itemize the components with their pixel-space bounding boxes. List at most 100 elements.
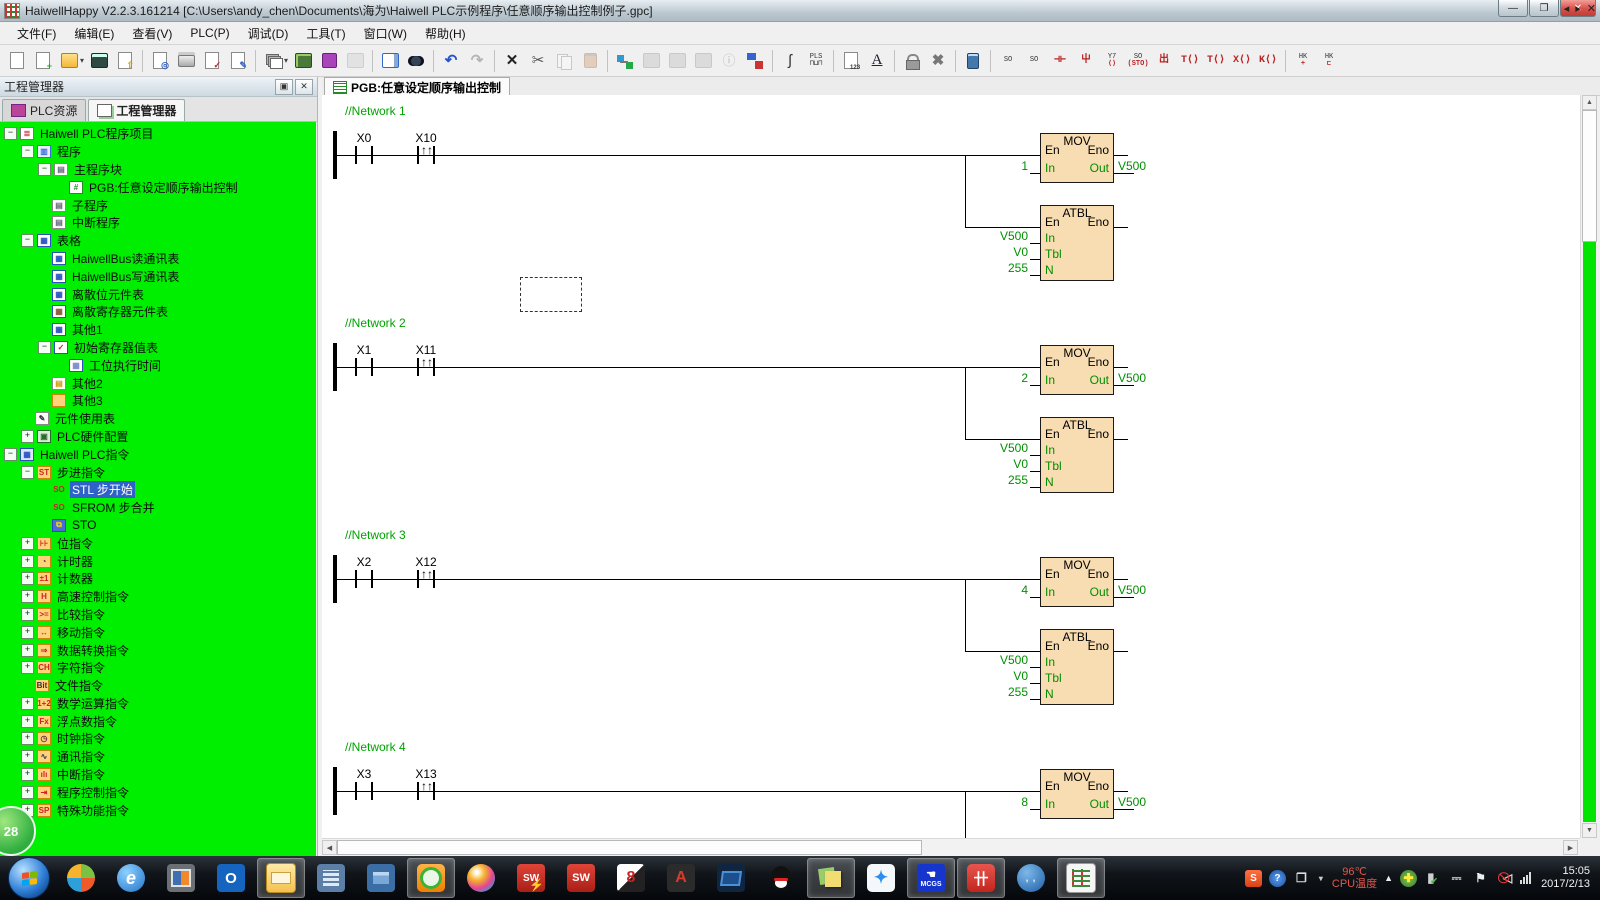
- ladder-editor-canvas[interactable]: //Network 1 X0 X10 ↑↑ MOV En Eno In Out 1 V500 ATBL…: [322, 95, 1580, 838]
- contact-vert-button[interactable]: 屮: [1073, 48, 1099, 74]
- horizontal-scrollbar[interactable]: ◀ ▶: [322, 838, 1580, 856]
- pls-trace-button[interactable]: PLS ⊓⊔⊓: [803, 48, 829, 74]
- coil-k-button[interactable]: K⟨⟩: [1255, 48, 1281, 74]
- tab-next-icon[interactable]: ▸: [1575, 2, 1581, 15]
- undo-button[interactable]: ↶: [438, 48, 464, 74]
- taskbar-app-remote-window[interactable]: [707, 858, 755, 898]
- menu-item-2[interactable]: 查看(V): [123, 22, 181, 45]
- tree-item-9[interactable]: ▦ 离散位元件表: [0, 285, 316, 303]
- tree-item-3[interactable]: # PGB:任意设定顺序输出控制: [0, 178, 316, 196]
- tray-usb-icon[interactable]: ▮ ✔: [1424, 870, 1441, 887]
- find-button[interactable]: [403, 48, 429, 74]
- expand-icon[interactable]: +: [21, 590, 34, 604]
- tree-item-17[interactable]: + ▣ PLC硬件配置: [0, 428, 316, 446]
- vertical-scrollbar[interactable]: ▲ ▼: [1580, 95, 1597, 838]
- collapse-icon[interactable]: −: [38, 162, 51, 176]
- taskbar-app-blue-bird[interactable]: ✦: [857, 858, 905, 898]
- coil-x-button[interactable]: X⟨⟩: [1229, 48, 1255, 74]
- tree-item-27[interactable]: + >= 比较指令: [0, 606, 316, 624]
- editor-tab-pgb[interactable]: PGB:任意设定顺序输出控制: [324, 77, 511, 96]
- expand-icon[interactable]: +: [21, 536, 34, 550]
- stl-s-button[interactable]: SO: [1021, 48, 1047, 74]
- tree-item-4[interactable]: ▤ 子程序: [0, 196, 316, 214]
- taskbar-app-sticky-notes[interactable]: [807, 858, 855, 898]
- collapse-icon[interactable]: −: [38, 340, 51, 354]
- coil-t2-button[interactable]: T⟨⟩: [1203, 48, 1229, 74]
- expand-icon[interactable]: +: [21, 607, 34, 621]
- tree-item-12[interactable]: − ✓ 初始寄存器值表: [0, 339, 316, 357]
- tree-item-16[interactable]: ✎ 元件使用表: [0, 410, 316, 428]
- tab-project-manager[interactable]: 工程管理器: [88, 99, 186, 121]
- tree-item-38[interactable]: + SP 特殊功能指令: [0, 801, 316, 819]
- tab-close-icon[interactable]: ✕: [1587, 2, 1596, 15]
- online-monitor-button[interactable]: [742, 48, 768, 74]
- tray-safe-shield-icon[interactable]: ✚: [1400, 869, 1418, 887]
- collapse-icon[interactable]: −: [21, 465, 34, 479]
- tree-item-5[interactable]: ▤ 中断程序: [0, 214, 316, 232]
- panel-close-icon[interactable]: ✕: [295, 78, 313, 95]
- tree-item-22[interactable]: ⧉ STO: [0, 517, 316, 535]
- tray-help-icon[interactable]: ?: [1268, 869, 1286, 887]
- collapse-icon[interactable]: −: [21, 234, 34, 248]
- menu-item-0[interactable]: 文件(F): [8, 22, 65, 45]
- taskbar-app-pinwheel[interactable]: [57, 858, 105, 898]
- taskbar-app-solidworks-sim[interactable]: SW ⚡: [507, 858, 555, 898]
- tray-network-signal-icon[interactable]: [1520, 872, 1532, 884]
- tree-item-28[interactable]: + ↔ 移动指令: [0, 623, 316, 641]
- tree-item-30[interactable]: + CH 字符指令: [0, 659, 316, 677]
- tree-item-10[interactable]: ▦ 离散寄存器元件表: [0, 303, 316, 321]
- pin-icon[interactable]: ▣: [275, 78, 293, 95]
- hscroll-thumb[interactable]: [337, 840, 922, 855]
- tree-item-11[interactable]: ▦ 其他1: [0, 321, 316, 339]
- tree-item-6[interactable]: − ▦ 表格: [0, 232, 316, 250]
- taskbar-app-qq[interactable]: [757, 858, 805, 898]
- stl-sto-button[interactable]: SO (STO): [1125, 48, 1151, 74]
- tree-item-0[interactable]: − ≣ Haiwell PLC程序项目: [0, 125, 316, 143]
- tree-item-18[interactable]: − ▦ Haiwell PLC指令: [0, 445, 316, 463]
- stop-edit-button[interactable]: ✖: [925, 48, 951, 74]
- tray-dropdown-icon[interactable]: ▾: [1317, 870, 1325, 887]
- tree-item-7[interactable]: ▦ HaiwellBus读通讯表: [0, 250, 316, 268]
- tree-item-31[interactable]: Bit 文件指令: [0, 677, 316, 695]
- expand-icon[interactable]: +: [21, 554, 34, 568]
- hk-add-button[interactable]: HK +: [1290, 48, 1316, 74]
- tree-item-19[interactable]: − ST 步进指令: [0, 463, 316, 481]
- probe-button[interactable]: ʃ: [777, 48, 803, 74]
- print-button[interactable]: [173, 48, 199, 74]
- print-preview-button[interactable]: ◎: [147, 48, 173, 74]
- taskbar-app-autocad[interactable]: A: [657, 858, 705, 898]
- selection-cursor[interactable]: [520, 277, 582, 312]
- tree-item-8[interactable]: ▦ HaiwellBus写通讯表: [0, 267, 316, 285]
- taskbar-app-haiwell-tool[interactable]: 卄: [957, 858, 1005, 898]
- element-list-button[interactable]: 123: [838, 48, 864, 74]
- new-project-button[interactable]: +: [30, 48, 56, 74]
- collapse-icon[interactable]: −: [4, 447, 17, 461]
- taskbar-app-file-explorer[interactable]: [257, 858, 305, 898]
- contact-h-button[interactable]: 出: [1151, 48, 1177, 74]
- tab-prev-icon[interactable]: ◂: [1564, 2, 1570, 15]
- tray-speaker-muted-icon[interactable]: ◁⃠: [1496, 870, 1513, 887]
- menu-item-6[interactable]: 窗口(W): [355, 22, 416, 45]
- vscroll-track-green[interactable]: [1583, 242, 1596, 822]
- open-file-button[interactable]: [56, 48, 82, 74]
- coil-y7-button[interactable]: Y7 ⟨⟩: [1099, 48, 1125, 74]
- tab-plc-resource[interactable]: PLC资源: [2, 99, 87, 121]
- expand-icon[interactable]: +: [21, 785, 34, 799]
- expand-icon[interactable]: +: [21, 625, 34, 639]
- scroll-down-icon[interactable]: ▼: [1582, 823, 1597, 838]
- tree-item-14[interactable]: ▤ 其他2: [0, 374, 316, 392]
- taskbar-app-outlook[interactable]: O: [207, 858, 255, 898]
- tree-item-24[interactable]: + ◔ 计时器: [0, 552, 316, 570]
- font-button[interactable]: A: [864, 48, 890, 74]
- new-file-button[interactable]: [4, 48, 30, 74]
- scroll-up-icon[interactable]: ▲: [1582, 95, 1597, 110]
- menu-item-3[interactable]: PLC(P): [181, 23, 238, 43]
- tray-power-plug-icon[interactable]: ⎓: [1448, 870, 1465, 887]
- tray-window-restore-icon[interactable]: ❐: [1293, 870, 1310, 887]
- taskbar-app-haiwellhappy[interactable]: [1057, 858, 1105, 898]
- hk-edit-button[interactable]: HK ⊏: [1316, 48, 1342, 74]
- hidden-icons-arrow-icon[interactable]: ▲: [1384, 873, 1393, 883]
- expand-icon[interactable]: +: [21, 714, 34, 728]
- vscroll-thumb[interactable]: [1582, 110, 1597, 242]
- tree-item-37[interactable]: + ⇥ 程序控制指令: [0, 783, 316, 801]
